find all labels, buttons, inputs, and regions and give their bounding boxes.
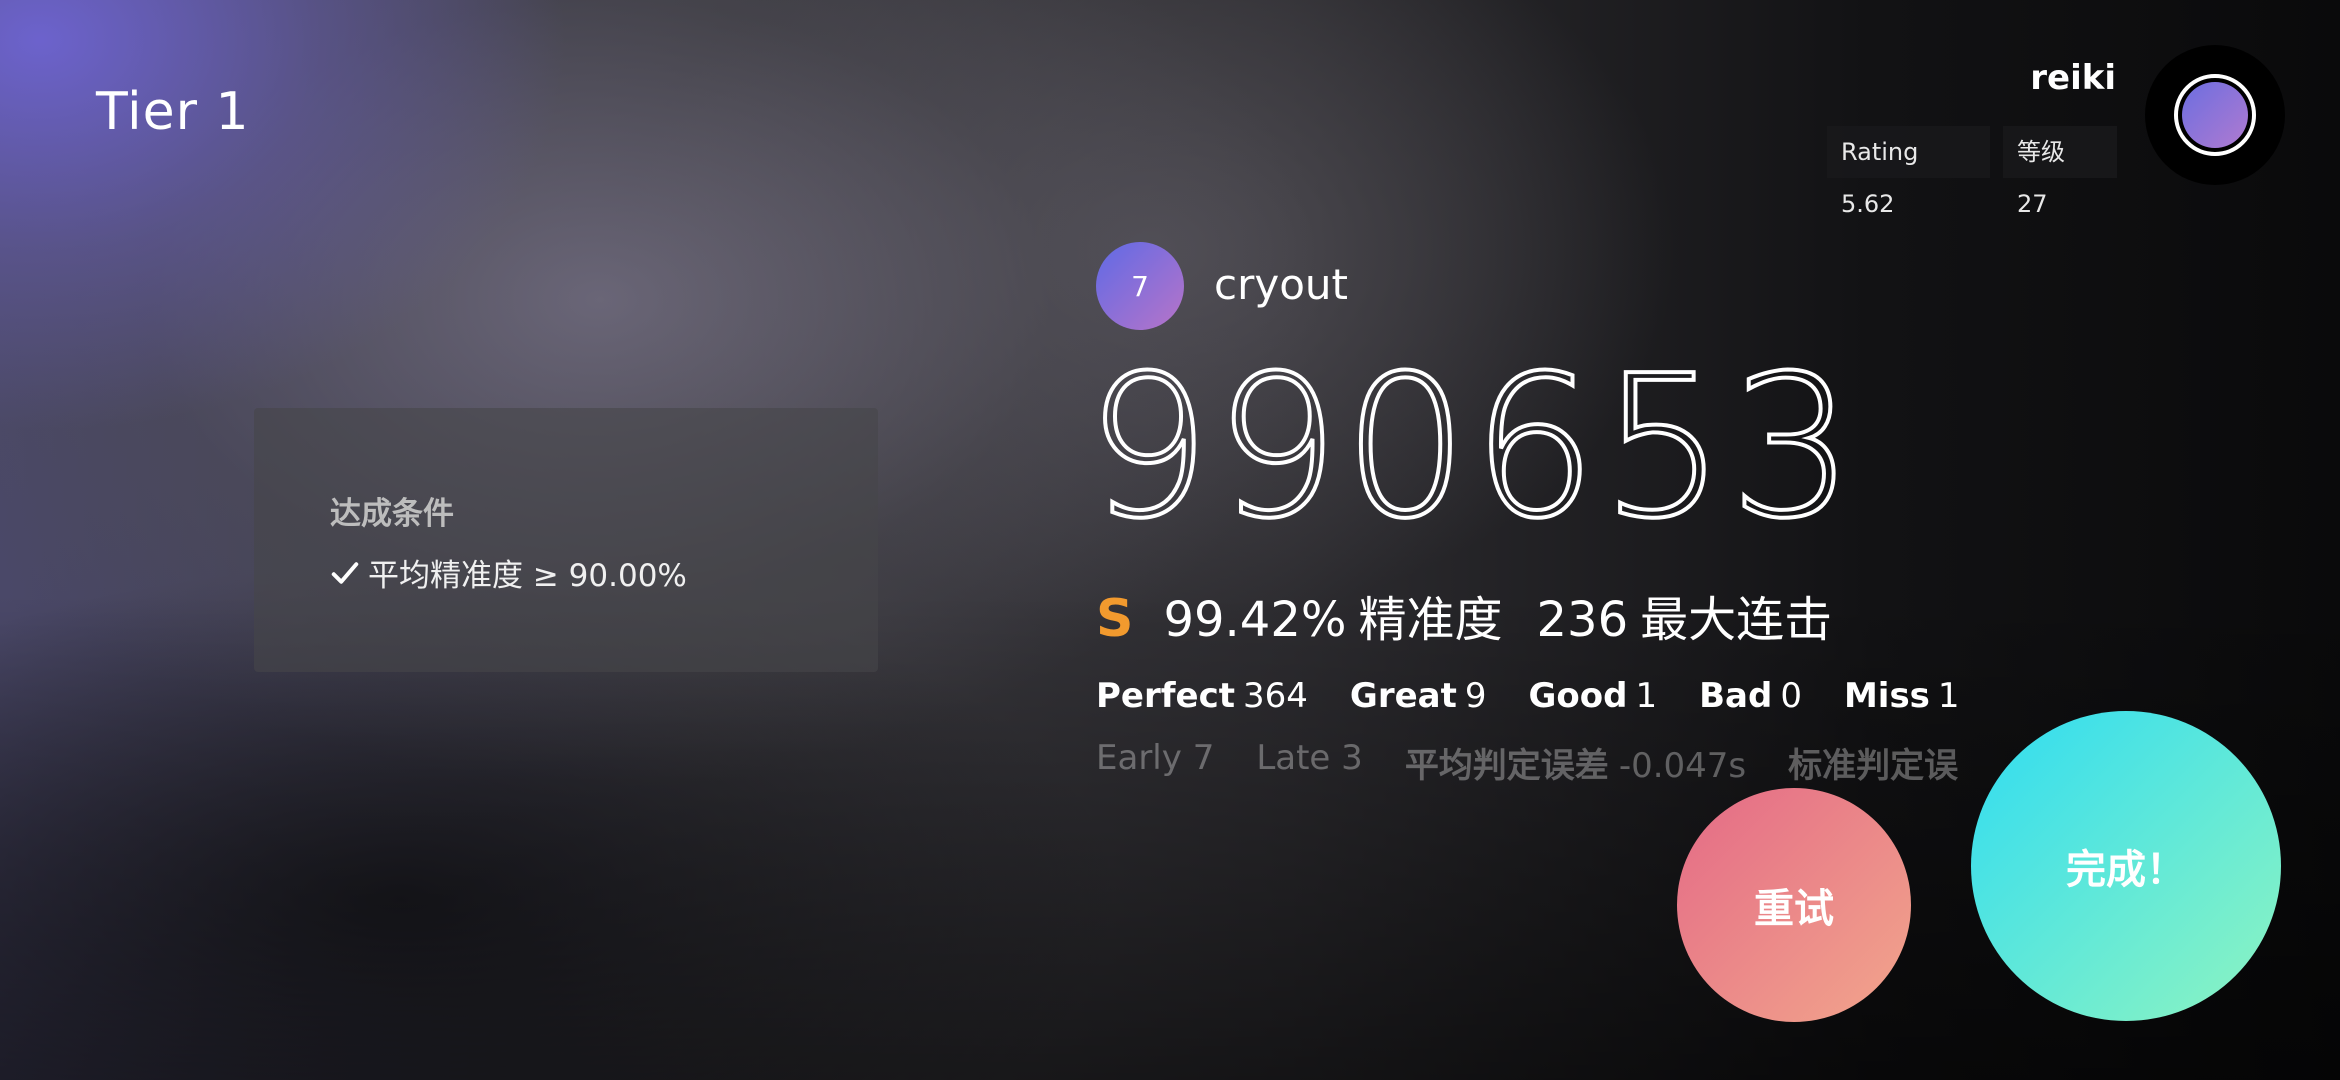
- timing-label: Early: [1096, 738, 1182, 778]
- result-screen: Tier 1 reiki Rating 5.62 等级 27 达成条件 平均精准…: [0, 0, 2340, 1080]
- score: 990653: [1084, 334, 1859, 562]
- summary-row: S 99.42% 精准度 236 最大连击: [1096, 580, 1832, 650]
- check-icon: [331, 561, 359, 584]
- retry-button[interactable]: 重试: [1677, 788, 1911, 1022]
- criteria-card: 达成条件 平均精准度 ≥ 90.00%: [254, 408, 878, 672]
- level-chip: 等级 27: [2003, 126, 2117, 218]
- timing-row: Early 7 Late 3 平均判定误差 -0.047s 标准判定误: [1096, 738, 2016, 787]
- judgement-row: Perfect 364 Great 9 Good 1 Bad 0 Miss 1: [1096, 676, 2002, 716]
- judgement-miss: Miss 1: [1844, 676, 1960, 716]
- timing-label: 平均判定误差: [1404, 746, 1609, 786]
- accuracy-label: 精准度: [1358, 592, 1503, 648]
- done-button[interactable]: 完成！: [1971, 711, 2281, 1021]
- judgement-label: Miss: [1843, 676, 1930, 716]
- judgement-label: Great: [1349, 676, 1457, 716]
- judgement-value: 0: [1780, 676, 1802, 716]
- max-combo-value: 236: [1536, 592, 1629, 648]
- accuracy-value: 99.42%: [1163, 592, 1347, 648]
- timing-mean-offset: 平均判定误差 -0.047s: [1405, 738, 1746, 787]
- timing-label: 标准判定误: [1788, 746, 1959, 786]
- timing-value: 7: [1192, 738, 1215, 778]
- avatar-ring: [2174, 74, 2256, 156]
- avatar[interactable]: [2145, 45, 2285, 185]
- difficulty-badge: 7: [1096, 242, 1184, 330]
- timing-label: Late: [1256, 738, 1331, 778]
- judgement-value: 1: [1635, 676, 1658, 716]
- max-combo-label: 最大连击: [1640, 592, 1833, 648]
- song-title: cryout: [1214, 260, 1348, 309]
- timing-value: 3: [1341, 738, 1363, 778]
- criteria-item: 平均精准度 ≥ 90.00%: [330, 550, 687, 595]
- tier-title: Tier 1: [96, 82, 250, 142]
- judgement-label: Bad: [1699, 676, 1773, 716]
- criteria-title: 达成条件: [330, 496, 454, 532]
- timing-early: Early 7: [1096, 738, 1214, 787]
- profile-username: reiki: [2030, 58, 2116, 98]
- criteria-item-text: 平均精准度 ≥ 90.00%: [368, 558, 687, 594]
- judgement-bad: Bad 0: [1699, 676, 1802, 716]
- rating-chip: Rating 5.62: [1827, 126, 1990, 218]
- judgement-good: Good 1: [1529, 676, 1658, 716]
- timing-std-offset: 标准判定误: [1788, 738, 1968, 787]
- judgement-perfect: Perfect 364: [1096, 676, 1308, 716]
- judgement-value: 364: [1243, 676, 1308, 716]
- judgement-great: Great 9: [1350, 676, 1487, 716]
- judgement-value: 1: [1937, 676, 1960, 716]
- timing-late: Late 3: [1256, 738, 1362, 787]
- grade-badge: S: [1096, 589, 1134, 649]
- judgement-label: Perfect: [1096, 676, 1236, 716]
- judgement-value: 9: [1464, 676, 1487, 716]
- avatar-image: [2182, 82, 2248, 148]
- timing-value: -0.047s: [1618, 746, 1747, 786]
- judgement-label: Good: [1528, 676, 1628, 716]
